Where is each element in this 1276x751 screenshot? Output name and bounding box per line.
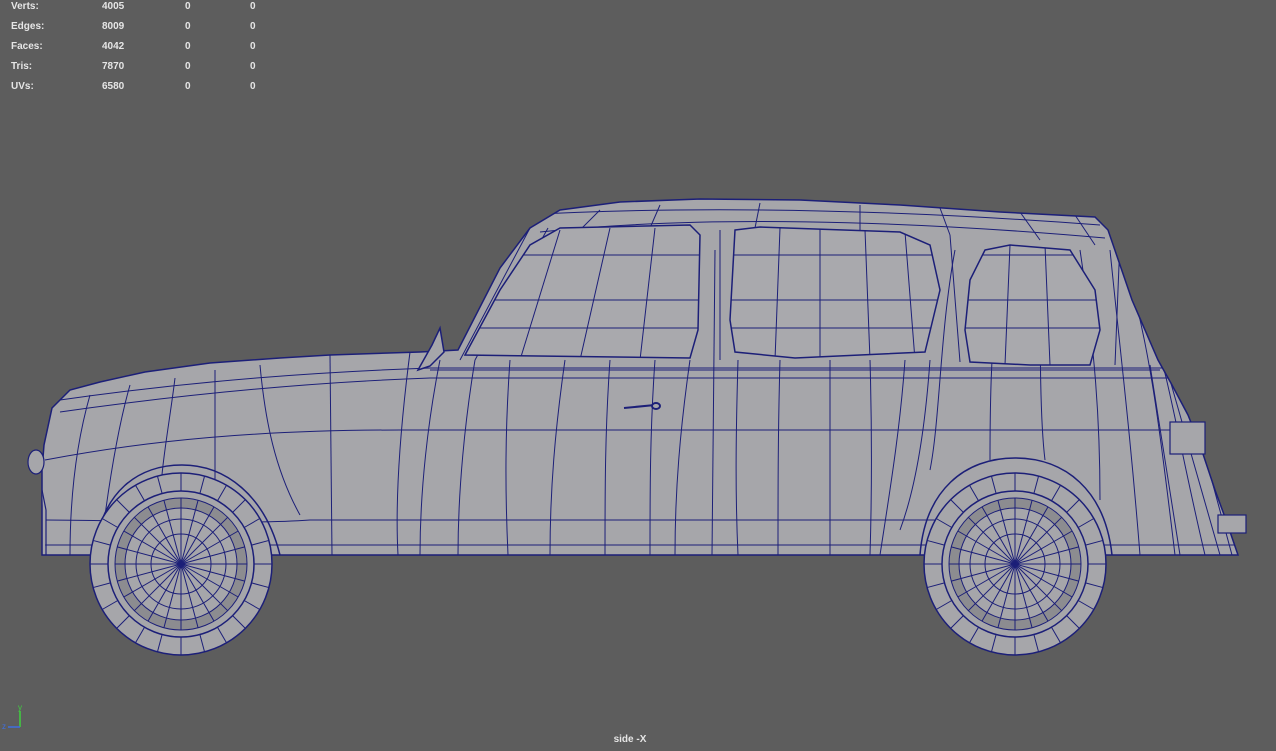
view-axis-icon: y z [2,703,22,731]
axis-z-label: z [2,722,6,731]
viewport-3d[interactable] [0,0,1276,751]
rear-wheel[interactable] [923,472,1107,656]
rear-door-window [729,226,941,359]
windows-wireframe [463,224,1101,366]
camera-label: side -X [613,734,647,745]
front-wheel[interactable] [89,472,273,656]
front-window [463,224,701,359]
axis-y-label: y [18,703,22,712]
